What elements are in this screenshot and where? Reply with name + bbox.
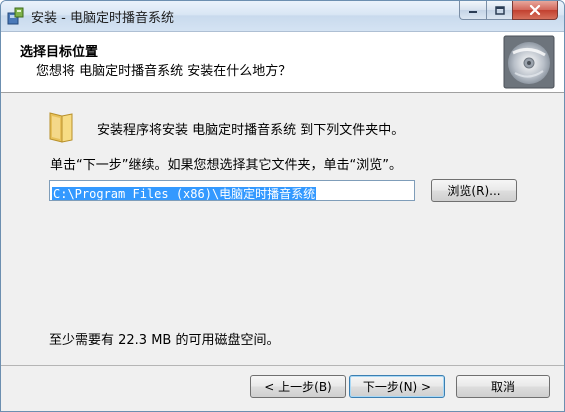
- close-button[interactable]: [512, 1, 558, 20]
- folder-icon: [49, 112, 73, 143]
- instruction-text: 单击“下一步”继续。如果您想选择其它文件夹，单击“浏览”。: [50, 158, 402, 173]
- back-button[interactable]: < 上一步(B): [250, 375, 346, 398]
- installer-icon: [7, 7, 24, 25]
- close-icon: [529, 5, 541, 15]
- disk-space-text: 至少需要有 22.3 MB 的可用磁盘空间。: [49, 333, 280, 348]
- minimize-button[interactable]: [459, 1, 486, 20]
- window-title: 安装 - 电脑定时播音系统: [31, 11, 174, 26]
- install-intro-text: 安装程序将安装 电脑定时播音系统 到下列文件夹中。: [97, 123, 405, 138]
- browse-button[interactable]: 浏览(R)...: [431, 179, 517, 202]
- install-path-value: C:\Program Files (x86)\电脑定时播音系统: [52, 187, 317, 201]
- installer-window: 安装 - 电脑定时播音系统 选择目标位置 您想将 电脑定时播音系统 安装在什么地…: [0, 0, 565, 412]
- maximize-icon: [494, 5, 505, 15]
- cancel-button[interactable]: 取消: [456, 375, 550, 398]
- page-subtitle: 您想将 电脑定时播音系统 安装在什么地方？: [36, 64, 292, 79]
- wizard-footer: < 上一步(B) 下一步(N) > 取消: [1, 365, 564, 411]
- cd-disc-icon: [503, 35, 555, 89]
- wizard-header: 选择目标位置 您想将 电脑定时播音系统 安装在什么地方？: [1, 32, 564, 93]
- next-button[interactable]: 下一步(N) >: [349, 375, 445, 398]
- page-title: 选择目标位置: [20, 45, 99, 60]
- install-path-input[interactable]: C:\Program Files (x86)\电脑定时播音系统: [49, 180, 415, 201]
- maximize-button[interactable]: [486, 1, 512, 20]
- caption-buttons: [459, 1, 558, 21]
- wizard-body: 安装程序将安装 电脑定时播音系统 到下列文件夹中。 单击“下一步”继续。如果您想…: [1, 93, 564, 365]
- title-bar[interactable]: 安装 - 电脑定时播音系统: [1, 1, 564, 32]
- minimize-icon: [469, 11, 477, 13]
